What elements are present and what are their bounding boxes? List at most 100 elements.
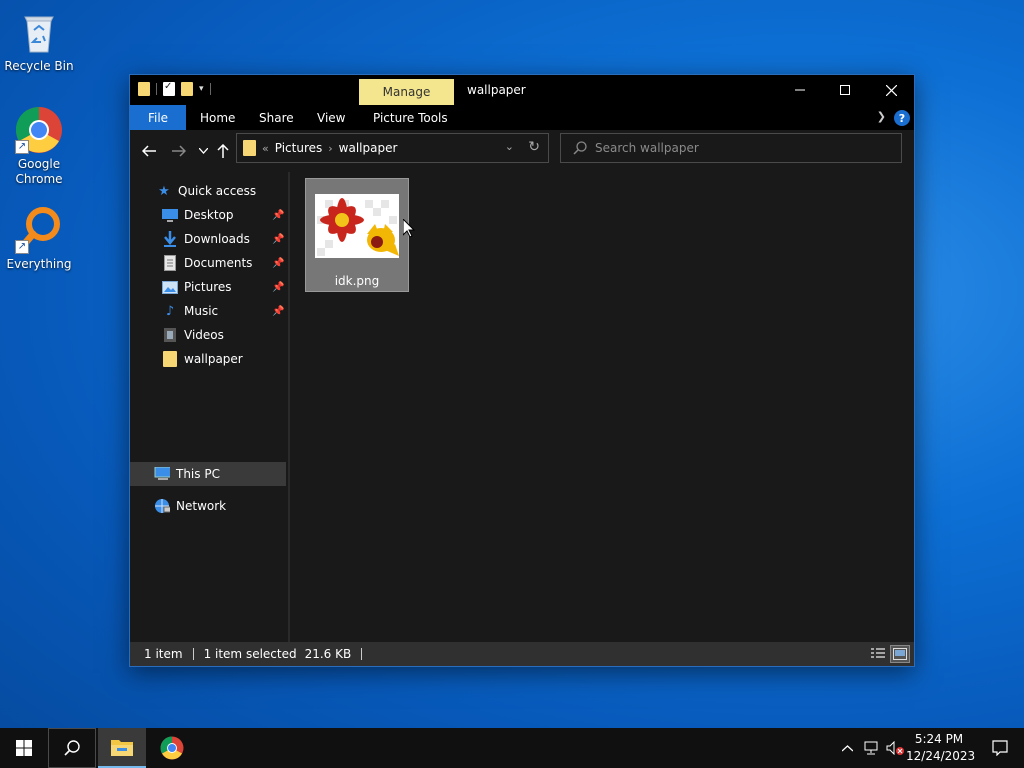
desktop-icon-recycle-bin[interactable]: Recycle Bin xyxy=(4,8,74,74)
address-dropdown-icon[interactable]: ⌄ xyxy=(505,140,514,153)
new-folder-icon[interactable] xyxy=(181,82,193,96)
search-icon xyxy=(573,141,587,155)
clock-date: 12/24/2023 xyxy=(906,749,976,763)
properties-icon[interactable] xyxy=(163,81,175,96)
desktop-icon-label: Everything xyxy=(6,257,72,271)
large-icons-view-button[interactable] xyxy=(890,645,910,663)
chrome-icon xyxy=(160,736,184,760)
sidebar-item-music[interactable]: ♪ Music 📌 xyxy=(130,299,286,323)
sidebar-item-label: Videos xyxy=(184,328,224,342)
videos-icon xyxy=(162,327,178,343)
action-center-button[interactable] xyxy=(976,728,1024,768)
clock[interactable]: 5:24 PM 12/24/2023 xyxy=(906,731,976,765)
sidebar-item-documents[interactable]: Documents 📌 xyxy=(130,251,286,275)
sidebar-item-label: Network xyxy=(176,499,227,513)
breadcrumb-wallpaper[interactable]: wallpaper xyxy=(339,141,398,155)
sidebar-item-quick-access[interactable]: ★ Quick access xyxy=(130,179,286,203)
sidebar-item-this-pc[interactable]: This PC xyxy=(130,462,286,486)
pin-icon[interactable]: 📌 xyxy=(272,234,284,245)
shortcut-arrow-icon: ↗ xyxy=(15,140,29,154)
volume-muted-icon xyxy=(886,741,904,755)
sidebar-item-label: This PC xyxy=(176,467,220,481)
minimize-icon xyxy=(795,89,805,91)
forward-button[interactable] xyxy=(168,140,190,162)
start-button[interactable] xyxy=(0,728,48,768)
documents-icon xyxy=(162,255,178,271)
sidebar-item-downloads[interactable]: Downloads 📌 xyxy=(130,227,286,251)
music-icon: ♪ xyxy=(165,303,175,319)
recent-locations-button[interactable] xyxy=(192,140,214,162)
sidebar-item-wallpaper[interactable]: wallpaper xyxy=(130,347,286,371)
folder-icon xyxy=(138,82,150,96)
maximize-button[interactable] xyxy=(822,75,868,105)
file-explorer-window: ▾ Manage wallpaper File Home Share View … xyxy=(129,74,915,667)
up-button[interactable] xyxy=(212,140,234,162)
breadcrumb-overflow[interactable]: « xyxy=(262,142,269,155)
notification-icon xyxy=(992,740,1008,756)
pictures-icon xyxy=(162,279,178,295)
forward-arrow-icon xyxy=(172,145,186,157)
selection-size: 21.6 KB xyxy=(304,647,352,661)
network-tray-button[interactable] xyxy=(860,728,882,768)
minimize-button[interactable] xyxy=(777,75,823,105)
taskbar-file-explorer[interactable] xyxy=(98,728,146,768)
windows-logo-icon xyxy=(16,740,32,756)
taskbar-search-button[interactable] xyxy=(48,728,96,768)
selection-status: 1 item selected xyxy=(203,647,297,661)
clock-time: 5:24 PM xyxy=(914,732,964,746)
ribbon-tabs: File Home Share View Picture Tools ❯ ? xyxy=(130,105,914,130)
tab-manage[interactable]: Manage xyxy=(359,79,454,105)
tab-picture-tools[interactable]: Picture Tools xyxy=(373,105,448,130)
folder-icon xyxy=(162,351,178,367)
recycle-bin-icon xyxy=(15,8,63,56)
pin-icon[interactable]: 📌 xyxy=(272,258,284,269)
expand-ribbon-icon[interactable]: ❯ xyxy=(877,110,886,123)
file-explorer-icon xyxy=(111,740,133,756)
tab-home[interactable]: Home xyxy=(200,105,235,130)
details-view-icon xyxy=(871,648,885,658)
taskbar-google-chrome[interactable] xyxy=(148,728,196,768)
mouse-cursor-icon xyxy=(402,217,416,241)
breadcrumb-separator-icon[interactable]: › xyxy=(328,142,332,155)
refresh-icon[interactable]: ↻ xyxy=(528,139,540,155)
address-bar[interactable]: « Pictures › wallpaper ⌄ ↻ xyxy=(236,133,549,163)
navigation-bar: « Pictures › wallpaper ⌄ ↻ xyxy=(130,130,914,172)
details-view-button[interactable] xyxy=(868,645,888,663)
network-icon xyxy=(154,498,170,514)
back-arrow-icon xyxy=(142,145,156,157)
pin-icon[interactable]: 📌 xyxy=(272,282,284,293)
title-bar[interactable]: ▾ Manage wallpaper xyxy=(130,75,914,105)
volume-tray-button[interactable] xyxy=(884,728,906,768)
file-list: idk.png xyxy=(290,172,914,642)
sidebar-item-desktop[interactable]: Desktop 📌 xyxy=(130,203,286,227)
large-icons-view-icon xyxy=(893,648,907,660)
desktop-icon-google-chrome[interactable]: ↗ Google Chrome xyxy=(4,106,74,187)
pin-icon[interactable]: 📌 xyxy=(272,210,284,221)
search-input[interactable] xyxy=(595,141,875,155)
close-button[interactable] xyxy=(868,75,914,105)
tab-view[interactable]: View xyxy=(317,105,345,130)
shortcut-arrow-icon: ↗ xyxy=(15,240,29,254)
up-arrow-icon xyxy=(217,144,229,158)
tab-share[interactable]: Share xyxy=(259,105,294,130)
sidebar-item-label: Pictures xyxy=(184,280,232,294)
tab-file[interactable]: File xyxy=(130,105,186,130)
back-button[interactable] xyxy=(138,140,160,162)
sidebar-item-label: wallpaper xyxy=(184,352,243,366)
show-hidden-icons-button[interactable] xyxy=(838,728,856,768)
help-icon[interactable]: ? xyxy=(894,110,910,126)
desktop-icon-everything[interactable]: ↗ Everything xyxy=(4,206,74,272)
everything-search-icon: ↗ xyxy=(15,206,63,254)
customize-toolbar-icon[interactable]: ▾ xyxy=(199,84,204,94)
sidebar-item-network[interactable]: Network xyxy=(130,494,286,518)
file-item[interactable]: idk.png xyxy=(305,178,409,292)
network-status-icon xyxy=(864,741,878,755)
file-name: idk.png xyxy=(334,274,380,288)
item-count: 1 item xyxy=(144,647,183,661)
sidebar-item-pictures[interactable]: Pictures 📌 xyxy=(130,275,286,299)
pin-icon[interactable]: 📌 xyxy=(272,306,284,317)
breadcrumb-pictures[interactable]: Pictures xyxy=(275,141,323,155)
search-box[interactable] xyxy=(560,133,902,163)
desktop-icon xyxy=(162,207,178,223)
sidebar-item-videos[interactable]: Videos xyxy=(130,323,286,347)
